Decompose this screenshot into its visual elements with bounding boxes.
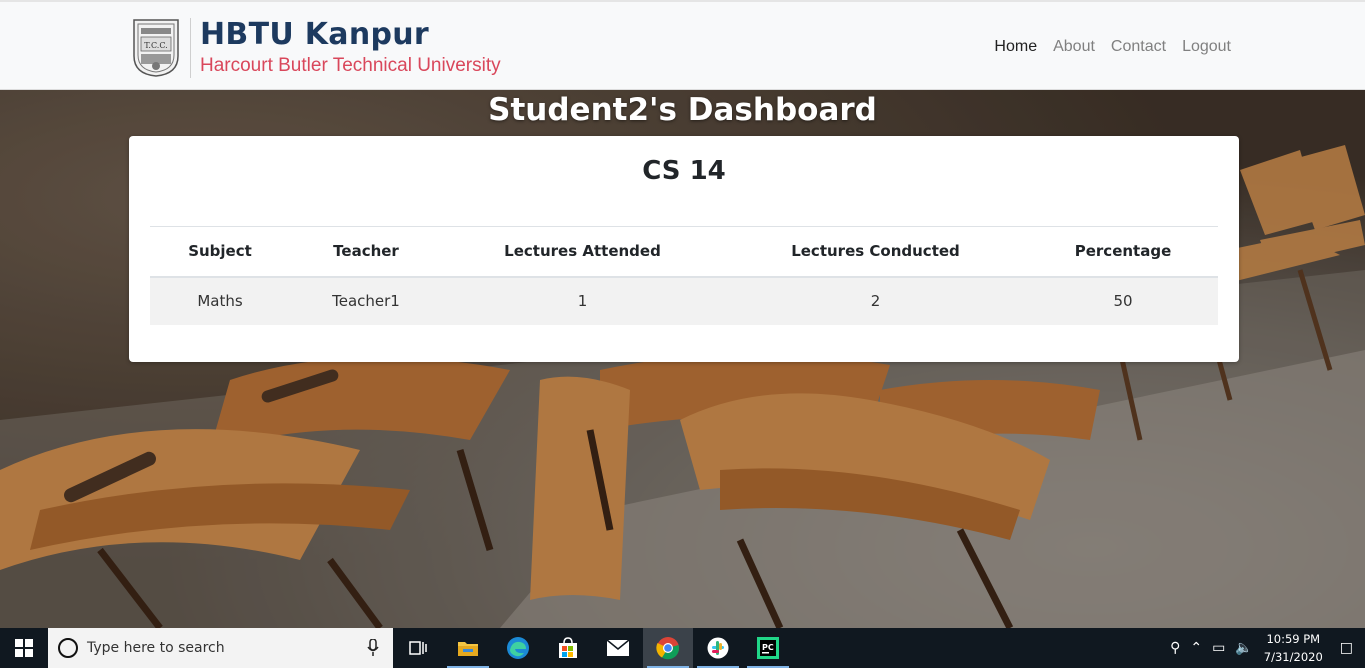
column-header-percentage: Percentage	[1028, 226, 1218, 278]
microphone-icon[interactable]	[367, 639, 379, 657]
cortana-icon	[58, 638, 78, 658]
battery-icon[interactable]: ▭	[1212, 640, 1225, 656]
nav-home[interactable]: Home	[994, 38, 1037, 56]
table-row: Maths Teacher1 1 2 50	[150, 276, 1218, 325]
attendance-table: Subject Teacher Lectures Attended Lectur…	[150, 226, 1218, 325]
chevron-up-icon[interactable]: ⌃	[1190, 640, 1202, 656]
system-clock[interactable]: 10:59 PM 7/31/2020	[1264, 630, 1323, 666]
svg-text:T.C.C.: T.C.C.	[144, 41, 167, 50]
edge-icon[interactable]	[493, 628, 543, 668]
clock-date: 7/31/2020	[1263, 650, 1323, 664]
column-header-lectures-attended: Lectures Attended	[442, 226, 723, 278]
task-view-icon[interactable]	[393, 628, 443, 668]
navbar: T.C.C. HBTU Kanpur Harcourt Butler Techn…	[0, 0, 1365, 90]
pycharm-icon[interactable]: PC	[743, 628, 793, 668]
windows-icon	[15, 639, 33, 657]
taskbar-search[interactable]: Type here to search	[48, 628, 393, 668]
table-header-row: Subject Teacher Lectures Attended Lectur…	[150, 226, 1218, 278]
start-button[interactable]	[0, 628, 48, 668]
nav-about[interactable]: About	[1053, 38, 1095, 56]
cell-lectures-conducted: 2	[723, 276, 1028, 325]
slack-icon[interactable]	[693, 628, 743, 668]
university-logo: T.C.C.	[133, 19, 179, 77]
attendance-card: CS 14 Subject Teacher Lectures Attended …	[129, 136, 1239, 362]
search-placeholder: Type here to search	[87, 640, 225, 656]
brand-separator	[190, 18, 191, 78]
chrome-icon[interactable]	[643, 628, 693, 668]
system-tray: ⚲ ⌃ ▭ 🔈 10:59 PM 7/31/2020 □	[1165, 628, 1365, 668]
svg-text:PC: PC	[762, 643, 774, 652]
mail-icon[interactable]	[593, 628, 643, 668]
volume-icon[interactable]: 🔈	[1235, 640, 1252, 656]
class-name: CS 14	[642, 156, 726, 186]
people-icon[interactable]: ⚲	[1170, 640, 1180, 656]
cell-teacher: Teacher1	[290, 276, 442, 325]
cell-subject: Maths	[150, 276, 290, 325]
clock-time: 10:59 PM	[1266, 632, 1321, 646]
cell-percentage: 50	[1028, 276, 1218, 325]
nav-contact[interactable]: Contact	[1111, 38, 1166, 56]
brand-title: HBTU Kanpur	[200, 17, 430, 52]
cell-lectures-attended: 1	[442, 276, 723, 325]
column-header-teacher: Teacher	[290, 226, 442, 278]
column-header-subject: Subject	[150, 226, 290, 278]
dashboard-title: Student2's Dashboard	[488, 92, 877, 128]
brand-subtitle: Harcourt Butler Technical University	[200, 55, 501, 76]
windows-taskbar: Type here to search PC ⚲ ⌃ ▭ 🔈 10:59 PM …	[0, 628, 1365, 668]
nav-logout[interactable]: Logout	[1182, 38, 1231, 56]
brand[interactable]: T.C.C. HBTU Kanpur Harcourt Butler Techn…	[132, 16, 501, 80]
nav-links: Home About Contact Logout	[994, 38, 1231, 56]
notification-icon[interactable]: □	[1340, 640, 1353, 656]
store-icon[interactable]	[543, 628, 593, 668]
column-header-lectures-conducted: Lectures Conducted	[723, 226, 1028, 278]
hero-background: Student2's Dashboard CS 14 Subject Teach…	[0, 90, 1365, 628]
file-explorer-icon[interactable]	[443, 628, 493, 668]
